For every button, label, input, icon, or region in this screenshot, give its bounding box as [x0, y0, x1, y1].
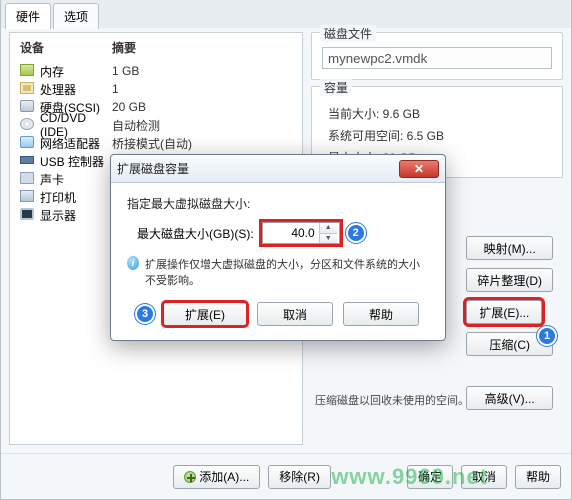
col-summary: 摘要 [112, 39, 136, 56]
size-label: 最大磁盘大小(GB)(S): [137, 225, 254, 242]
size-spinner: ▲ ▼ [262, 222, 340, 244]
device-row-cpu[interactable]: 处理器1 [20, 80, 292, 98]
callout-3: 3 [137, 306, 153, 322]
capacity-current: 当前大小: 9.6 GB [328, 105, 552, 123]
expand-button[interactable]: 扩展(E)... [466, 300, 542, 324]
help-button[interactable]: 帮助 [515, 465, 561, 489]
device-row-cd[interactable]: CD/DVD (IDE)自动检测 [20, 116, 292, 134]
dialog-cancel-button[interactable]: 取消 [257, 302, 333, 326]
usb-icon [20, 156, 34, 164]
cd-icon [20, 118, 34, 130]
cancel-button[interactable]: 取消 [461, 465, 507, 489]
callout-2: 2 [348, 225, 364, 241]
capacity-title: 容量 [320, 79, 352, 96]
printer-icon [20, 190, 34, 202]
hdd-icon [20, 100, 34, 112]
dialog-info: 扩展操作仅增大虚拟磁盘的大小，分区和文件系统的大小不受影响。 [145, 256, 429, 288]
sound-icon [20, 172, 34, 184]
info-icon: i [127, 256, 139, 270]
remove-button[interactable]: 移除(R) [268, 465, 331, 489]
dialog-help-button[interactable]: 帮助 [343, 302, 419, 326]
dialog-titlebar[interactable]: 扩展磁盘容量 ✕ [111, 155, 445, 183]
device-row-memory[interactable]: 内存1 GB [20, 62, 292, 80]
disk-file-input[interactable] [322, 47, 552, 69]
ok-button[interactable]: 确定 [407, 465, 453, 489]
device-row-network[interactable]: 网络适配器桥接模式(自动) [20, 134, 292, 152]
disk-file-title: 磁盘文件 [320, 25, 376, 42]
dialog-prompt: 指定最大虚拟磁盘大小: [127, 195, 429, 212]
display-icon [20, 208, 34, 220]
cpu-icon [20, 82, 34, 94]
dialog-close-button[interactable]: ✕ [399, 160, 439, 178]
map-button[interactable]: 映射(M)... [466, 236, 553, 260]
expand-disk-dialog: 扩展磁盘容量 ✕ 指定最大虚拟磁盘大小: 最大磁盘大小(GB)(S): ▲ ▼ … [110, 154, 446, 341]
network-icon [20, 136, 34, 148]
disk-utilities: 映射(M)... 碎片整理(D) 扩展(E)... 1 压缩(C) 高级(V).… [466, 236, 553, 410]
close-icon: ✕ [414, 162, 424, 176]
defrag-button[interactable]: 碎片整理(D) [466, 268, 553, 292]
memory-icon [20, 64, 34, 76]
callout-1: 1 [539, 328, 555, 344]
spinner-up[interactable]: ▲ [320, 223, 337, 234]
footer-bar: 添加(A)... 移除(R) 确定 取消 帮助 [1, 453, 571, 499]
col-device: 设备 [20, 39, 112, 56]
size-input[interactable] [263, 223, 319, 243]
advanced-button[interactable]: 高级(V)... [466, 386, 553, 410]
dialog-expand-button[interactable]: 扩展(E) [163, 302, 247, 326]
plus-icon [184, 471, 196, 483]
capacity-free: 系统可用空间: 6.5 GB [328, 127, 552, 145]
add-button[interactable]: 添加(A)... [173, 465, 260, 489]
spinner-down[interactable]: ▼ [320, 234, 337, 244]
dialog-title: 扩展磁盘容量 [117, 160, 399, 177]
tab-hardware[interactable]: 硬件 [5, 3, 51, 29]
disk-file-group: 磁盘文件 [311, 32, 563, 80]
